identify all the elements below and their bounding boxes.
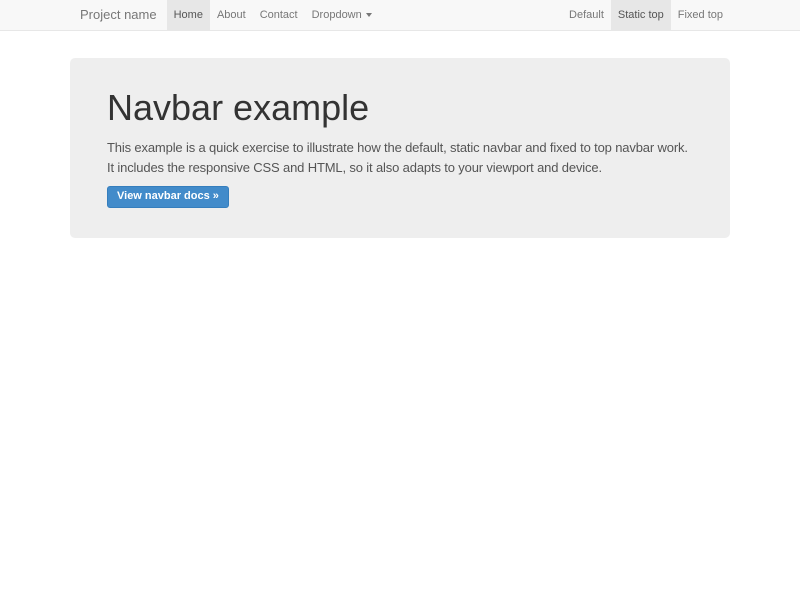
nav-item-default[interactable]: Default bbox=[562, 0, 611, 30]
navbar-brand[interactable]: Project name bbox=[70, 0, 167, 30]
nav-item: About bbox=[210, 0, 253, 30]
jumbotron-description: This example is a quick exercise to illu… bbox=[107, 138, 693, 178]
nav-item: Dropdown bbox=[305, 0, 379, 30]
nav-item-fixed-top[interactable]: Fixed top bbox=[671, 0, 730, 30]
main-content: Navbar example This example is a quick e… bbox=[0, 58, 800, 238]
nav-item-home[interactable]: Home bbox=[167, 0, 210, 30]
content-container: Navbar example This example is a quick e… bbox=[70, 58, 730, 238]
nav-item-dropdown[interactable]: Dropdown bbox=[305, 0, 379, 30]
view-navbar-docs-button[interactable]: View navbar docs » bbox=[107, 186, 229, 208]
nav-item: Default bbox=[562, 0, 611, 30]
caret-down-icon bbox=[366, 13, 372, 17]
nav-item: Fixed top bbox=[671, 0, 730, 30]
nav-item: Home bbox=[167, 0, 210, 30]
nav-item: Static top bbox=[611, 0, 671, 30]
navbar-left-nav: Home About Contact Dropdown bbox=[167, 0, 379, 30]
page-title: Navbar example bbox=[107, 88, 693, 128]
nav-item-about[interactable]: About bbox=[210, 0, 253, 30]
jumbotron: Navbar example This example is a quick e… bbox=[70, 58, 730, 238]
nav-item: Contact bbox=[253, 0, 305, 30]
nav-item-contact[interactable]: Contact bbox=[253, 0, 305, 30]
navbar-container: Project name Home About Contact Dropdown… bbox=[70, 0, 730, 30]
nav-item-dropdown-label: Dropdown bbox=[312, 9, 362, 21]
nav-item-static-top[interactable]: Static top bbox=[611, 0, 671, 30]
navbar: Project name Home About Contact Dropdown… bbox=[0, 0, 800, 31]
navbar-right-nav: Default Static top Fixed top bbox=[562, 0, 730, 30]
